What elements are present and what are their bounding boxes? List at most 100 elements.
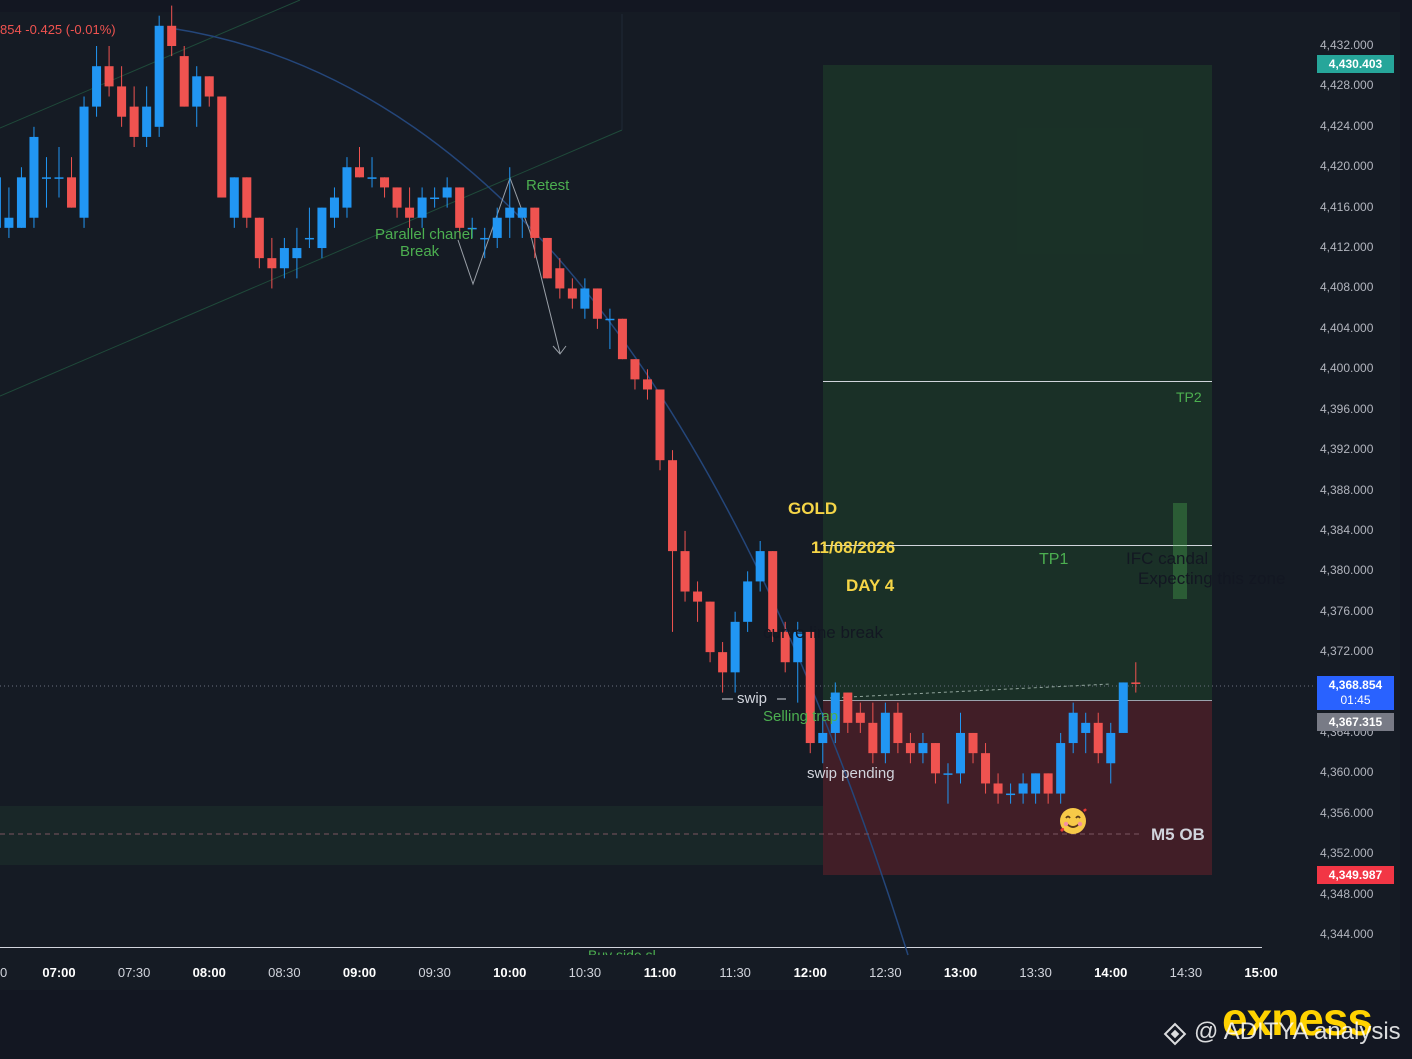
candle-body	[855, 712, 865, 723]
candle-body	[718, 652, 728, 673]
candle-body	[868, 722, 878, 754]
time-tick-label: 13:30	[1019, 965, 1052, 980]
selling-trap-label[interactable]: Selling trap	[763, 708, 838, 725]
candle-body	[192, 76, 202, 107]
candle-body	[567, 288, 577, 299]
smiling-hearts-emoji-icon	[1060, 808, 1087, 834]
m5-ob-label[interactable]: M5 OB	[1151, 825, 1205, 845]
price-tick-label: 4,380.000	[1320, 563, 1374, 578]
candle-body	[455, 187, 465, 228]
candle-body	[893, 712, 903, 744]
candle-body	[104, 66, 114, 87]
retest-label[interactable]: Retest	[526, 177, 569, 194]
time-tick-label: 0	[0, 965, 8, 980]
price-tick-label: 4,372.000	[1320, 644, 1374, 659]
price-tick-label: 4,432.000	[1320, 38, 1374, 52]
candle-body	[1031, 773, 1041, 794]
candle-body	[1056, 743, 1066, 794]
curve-line-break-label[interactable]: curve line break	[763, 623, 883, 643]
candlestick-chart	[0, 0, 1316, 956]
candle-body	[1106, 732, 1116, 764]
candle-body	[680, 551, 690, 592]
candle-body	[743, 581, 753, 622]
candle-body	[304, 237, 314, 240]
price-tick-label: 4,356.000	[1320, 805, 1374, 820]
price-tick-label: 4,388.000	[1320, 482, 1374, 497]
time-tick-label: 07:30	[117, 965, 151, 980]
candle-body	[930, 743, 940, 774]
date-label[interactable]: 11/08/2026	[811, 538, 895, 558]
candle-body	[480, 237, 490, 240]
candle-body	[1006, 793, 1016, 796]
curve-line	[169, 27, 909, 956]
candle-body	[67, 177, 77, 208]
candle-body	[79, 106, 89, 218]
candle-body	[54, 177, 64, 179]
candle-body	[342, 167, 352, 208]
candle-body	[530, 207, 540, 238]
bar-countdown: 01:45	[1340, 693, 1371, 707]
time-tick-label: 11:30	[719, 965, 751, 980]
tp1-label[interactable]: TP1	[1039, 551, 1068, 569]
parallel-break-label-line2[interactable]: Break	[400, 243, 439, 260]
expecting-zone-label[interactable]: Expecting this zone	[1138, 569, 1285, 589]
price-tick-label: 4,384.000	[1320, 522, 1374, 537]
drawing-layer	[0, 0, 1316, 956]
candle-body	[4, 217, 14, 228]
candle-body	[517, 207, 527, 218]
candle-body	[1081, 722, 1091, 733]
candle-body	[1043, 773, 1053, 794]
candle-body	[693, 591, 703, 602]
candle-body	[730, 621, 740, 673]
day-label[interactable]: DAY 4	[846, 576, 894, 596]
time-tick-label: 12:00	[793, 965, 827, 980]
price-tick-label: 4,412.000	[1320, 240, 1374, 255]
time-tick-label: 12:30	[869, 965, 902, 980]
candle-body	[956, 732, 965, 774]
candle-body	[668, 460, 678, 552]
candle-body	[267, 258, 277, 269]
parallel-break-label-line1[interactable]: Parallel chanel	[375, 226, 473, 243]
swip-label[interactable]: swip	[737, 690, 767, 707]
candle-body	[592, 288, 602, 319]
candle-body	[818, 732, 828, 744]
candle-body	[580, 288, 590, 309]
swip-pending-label[interactable]: swip pending	[807, 765, 895, 782]
symbol-label[interactable]: GOLD	[788, 499, 837, 519]
candle-body	[605, 318, 615, 321]
candle-body	[154, 25, 164, 127]
candle-body	[617, 318, 627, 360]
candle-body	[542, 237, 552, 279]
analyst-watermark: @ ADITYA analysis	[1194, 1018, 1401, 1045]
candle-body	[380, 177, 390, 188]
time-tick-label: 09:00	[342, 965, 377, 980]
time-tick-label: 10:00	[493, 965, 527, 980]
candle-body	[167, 25, 177, 46]
candle-body	[254, 217, 264, 259]
candle-body	[41, 177, 51, 179]
time-tick-label: 13:00	[943, 965, 978, 980]
price-tick-label: 4,392.000	[1320, 442, 1374, 457]
candle-body	[768, 551, 778, 632]
candle-body	[981, 753, 991, 784]
candle-body	[279, 248, 289, 269]
candle-body	[142, 106, 152, 137]
candle-body	[129, 106, 139, 137]
time-tick-label: 09:30	[418, 965, 451, 980]
candle-body	[505, 207, 515, 218]
buy-side-sl-label[interactable]: Buy side sl	[588, 948, 656, 955]
ifc-candal-label[interactable]: IFC candal	[1126, 549, 1208, 569]
candle-body	[993, 783, 1003, 794]
time-tick-label: 11:00	[643, 965, 677, 980]
candle-body	[880, 712, 890, 754]
tp2-label[interactable]: TP2	[1176, 389, 1202, 405]
candle-body	[642, 379, 652, 390]
tp-price-tag: 4,430.403	[1317, 55, 1394, 73]
current-price-value: 4,368.854	[1328, 678, 1383, 692]
candle-body	[16, 177, 26, 228]
candle-body	[405, 207, 415, 218]
time-tick-label: 08:00	[192, 965, 226, 980]
candle-body	[755, 551, 765, 582]
sl-price-tag: 4,349.987	[1317, 866, 1394, 884]
candle-body	[1068, 712, 1078, 744]
